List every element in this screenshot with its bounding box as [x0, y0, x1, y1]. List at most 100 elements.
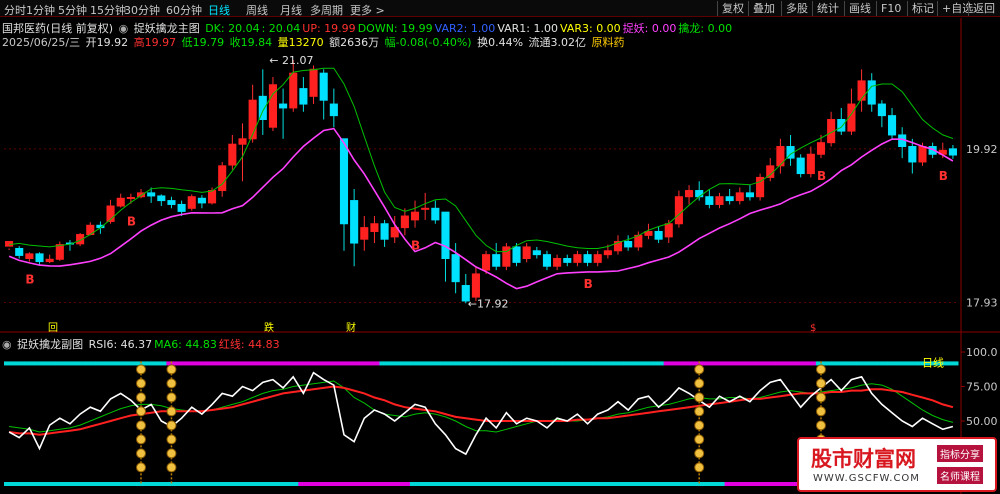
candle-body [624, 241, 633, 248]
bottom-band-segment [724, 482, 736, 486]
top-band-segment [257, 361, 269, 366]
bottom-band-segment [318, 482, 330, 486]
bottom-band-segment [521, 482, 533, 486]
candle-body [248, 99, 257, 140]
toolbar-button[interactable]: F10 [876, 1, 905, 16]
candle-body [634, 234, 643, 248]
candle-body [197, 197, 206, 204]
timeframe-tab[interactable]: 5分钟 [58, 2, 87, 18]
bottom-band-segment [267, 482, 279, 486]
candle-body [65, 242, 75, 245]
event-marker: 回 [48, 322, 58, 334]
coin-icon [694, 420, 705, 431]
candle-body [76, 234, 85, 245]
candle-body [319, 72, 328, 101]
coin-icon [815, 364, 826, 375]
candle-body [482, 254, 491, 271]
quote-turnover: 换0.44% [477, 36, 524, 49]
candle-body [218, 165, 227, 192]
candle-body [847, 103, 856, 132]
top-band-segment [75, 361, 86, 366]
bottom-band-segment [227, 482, 238, 486]
timeframe-tab[interactable]: 15分钟 [90, 2, 126, 18]
candle-body [116, 197, 125, 207]
timeframe-tab[interactable]: 多周期 [310, 2, 343, 18]
top-band-segment [95, 361, 106, 366]
top-band-segment [897, 361, 908, 366]
watermark-title: 股市财富网 [811, 446, 916, 471]
top-band-segment [846, 361, 858, 366]
toolbar-button[interactable]: 统计 [812, 1, 843, 16]
top-band-segment [541, 361, 553, 366]
bottom-band-segment [34, 482, 46, 486]
toolbar-button[interactable]: 复权 [717, 1, 748, 16]
chart: B B B B B B ← 21.07 ←17.92 回 跌 财 $ 19.92 17.93 100.0… [0, 18, 1000, 494]
sub-tick-label: 75.00 [966, 381, 998, 394]
bottom-band-segment [24, 482, 35, 486]
signal-marker: B [411, 239, 420, 253]
bottom-band-segment [237, 482, 249, 486]
timeframe-tab[interactable]: 30分钟 [124, 2, 160, 18]
candle-body [421, 207, 430, 210]
candle-body [674, 196, 683, 225]
bottom-band-segment [511, 482, 523, 486]
candle-body [522, 246, 531, 260]
coin-icon [136, 378, 147, 389]
top-band-segment [288, 361, 299, 366]
top-band-segment [146, 361, 157, 366]
bottom-band-segment [755, 482, 766, 486]
timeframe-tab[interactable]: 1分钟 [26, 2, 55, 18]
top-band-segment [765, 361, 776, 366]
bottom-band-segment [206, 482, 218, 486]
timeframe-tab[interactable]: 分时 [4, 2, 26, 18]
top-band-segment [328, 361, 340, 366]
candle-body [360, 227, 369, 240]
sub-header: ◉ 捉妖擒龙副图 RSI6: 46.37 MA6: 44.83 红线: 44.83 [2, 336, 284, 352]
candle-body [756, 176, 765, 198]
bottom-band-segment [694, 482, 705, 486]
top-band-segment [886, 361, 898, 366]
sub-indicator-name[interactable]: 捉妖擒龙副图 [17, 338, 83, 351]
toolbar-button[interactable]: 返回 [968, 1, 999, 16]
candle-body [796, 157, 805, 175]
top-band-segment [947, 361, 959, 366]
top-band-segment [105, 361, 117, 366]
coin-icon [694, 434, 705, 445]
coin-icon [166, 378, 177, 389]
candle-body [289, 72, 298, 109]
top-band-segment [531, 361, 543, 366]
bottom-band-segment [217, 482, 228, 486]
toolbar-button[interactable]: 画线 [844, 1, 875, 16]
bottom-band-segment [704, 482, 715, 486]
bottom-band-segment [633, 482, 644, 486]
candle-body [695, 190, 704, 198]
timeframe-tab[interactable]: 日线 [208, 2, 230, 18]
bottom-band-segment [186, 482, 198, 486]
toolbar-button[interactable]: 叠加 [748, 1, 779, 16]
bottom-band-segment [257, 482, 269, 486]
toolbar-button[interactable]: 多股 [781, 1, 812, 16]
timeframe-tab[interactable]: 月线 [280, 2, 302, 18]
coin-icon [136, 448, 147, 459]
sub-toggle-icon[interactable]: ◉ [2, 338, 12, 351]
candle-body [857, 80, 866, 101]
timeframe-tab[interactable]: 周线 [246, 2, 268, 18]
coin-icon [136, 364, 147, 375]
event-marker: $ [810, 323, 816, 334]
timeframe-tab[interactable]: 60分钟 [166, 2, 202, 18]
top-band-segment [206, 361, 218, 366]
bottom-band-segment [572, 482, 583, 486]
bottom-band-segment [623, 482, 634, 486]
quote-low: 低19.79 [181, 36, 225, 49]
candle-body [471, 273, 480, 298]
bottom-band-segment [673, 482, 685, 486]
candle-body [228, 143, 237, 166]
toolbar-button[interactable]: 标记 [907, 1, 938, 16]
top-band-segment [602, 361, 614, 366]
price-tick-label: 17.93 [966, 297, 998, 310]
lower-band-line [8, 127, 954, 290]
candle-body [918, 146, 927, 163]
top-band-segment [927, 361, 939, 366]
timeframe-tab[interactable]: 更多 > [350, 2, 385, 18]
coin-icon [694, 462, 705, 473]
